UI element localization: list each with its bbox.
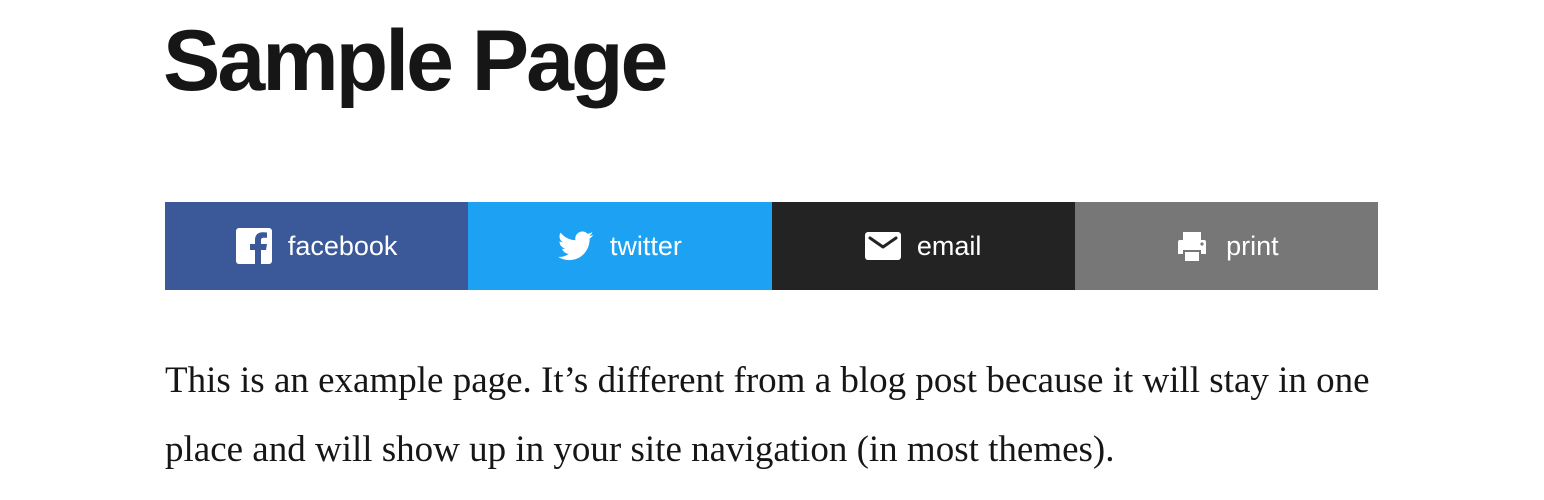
page: Sample Page facebook twitter email print… xyxy=(0,0,1544,500)
envelope-icon xyxy=(864,228,901,264)
print-label: print xyxy=(1226,231,1279,261)
email-share-button[interactable]: email xyxy=(771,202,1075,290)
print-button[interactable]: print xyxy=(1074,202,1378,290)
email-share-label: email xyxy=(916,231,982,261)
printer-icon xyxy=(1174,228,1210,264)
content-paragraph: This is an example page. It’s different … xyxy=(165,360,1370,470)
twitter-share-button[interactable]: twitter xyxy=(468,202,772,290)
facebook-share-button[interactable]: facebook xyxy=(165,202,469,290)
facebook-icon xyxy=(235,228,272,264)
twitter-share-label: twitter xyxy=(609,231,682,261)
twitter-icon xyxy=(557,228,594,264)
page-title: Sample Page xyxy=(163,13,668,109)
facebook-share-label: facebook xyxy=(287,231,398,261)
share-bar: facebook twitter email print xyxy=(165,202,1378,290)
